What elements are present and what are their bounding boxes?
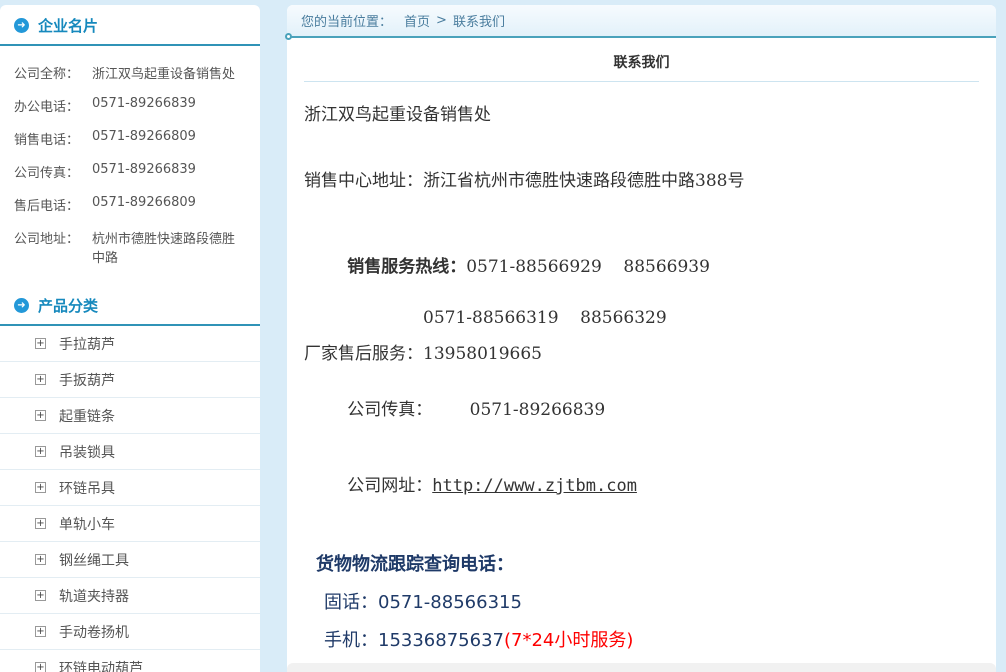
hotline-label: 销售服务热线： — [347, 257, 466, 277]
category-label: 环链吊具 — [59, 478, 115, 498]
breadcrumb-divider — [287, 36, 996, 38]
card-value: 0571-89266839 — [92, 162, 196, 181]
logistics-mobile-line: 手机：15336875637(7*24小时服务) — [324, 626, 979, 652]
expand-plus-icon: + — [35, 338, 46, 349]
category-label: 钢丝绳工具 — [59, 550, 129, 570]
footer-strip — [287, 663, 996, 672]
product-categories-title: 产品分类 — [38, 295, 98, 316]
category-item-lifting-chain[interactable]: + 起重链条 — [0, 398, 260, 434]
service-hours-note: (7*24小时服务) — [504, 630, 633, 651]
expand-plus-icon: + — [35, 518, 46, 529]
expand-plus-icon: + — [35, 374, 46, 385]
category-item-hand-chain-hoist[interactable]: + 手拉葫芦 — [0, 326, 260, 362]
logistics-mobile: 手机：15336875637 — [324, 630, 504, 651]
card-value: 浙江双鸟起重设备销售处 — [92, 63, 235, 82]
category-item-chain-sling[interactable]: + 环链吊具 — [0, 470, 260, 506]
expand-plus-icon: + — [35, 626, 46, 637]
sales-hotline-line: 销售服务热线：0571-88566929 88566939 — [304, 232, 979, 297]
website-label: 公司网址： — [347, 476, 432, 496]
card-value: 杭州市德胜快速路段德胜中路 — [92, 228, 246, 266]
card-value: 0571-89266809 — [92, 129, 196, 148]
card-label: 销售电话： — [14, 129, 92, 148]
product-category-list: + 手拉葫芦 + 手扳葫芦 + 起重链条 + 吊装锁具 + 环链吊具 + 单轨小… — [0, 326, 260, 672]
logistics-heading: 货物物流跟踪查询电话： — [316, 550, 979, 576]
card-row-sales-phone: 销售电话： 0571-89266809 — [0, 122, 260, 155]
card-row-aftersales-phone: 售后电话： 0571-89266809 — [0, 188, 260, 221]
category-label: 起重链条 — [59, 406, 115, 426]
hotline-numbers-1: 0571-88566929 88566939 — [466, 257, 710, 277]
expand-plus-icon: + — [35, 590, 46, 601]
page-title: 联系我们 — [304, 52, 979, 72]
title-divider — [304, 81, 979, 82]
sidebar: ➜ 企业名片 公司全称： 浙江双鸟起重设备销售处 办公电话： 0571-8926… — [0, 5, 260, 672]
card-value: 0571-89266809 — [92, 195, 196, 214]
arrow-circle-icon: ➜ — [14, 18, 29, 33]
category-item-rigging[interactable]: + 吊装锁具 — [0, 434, 260, 470]
category-label: 轨道夹持器 — [59, 586, 129, 606]
main-panel: 您的当前位置： 首页 > 联系我们 联系我们 浙江双鸟起重设备销售处 销售中心地… — [287, 5, 996, 672]
category-label: 手动卷扬机 — [59, 622, 129, 642]
breadcrumb-separator: > — [436, 13, 447, 28]
card-row-office-phone: 办公电话： 0571-89266839 — [0, 89, 260, 122]
contact-info-block: 浙江双鸟起重设备销售处 销售中心地址：浙江省杭州市德胜快速路段德胜中路388号 … — [304, 100, 979, 516]
website-url-link[interactable]: http://www.zjtbm.com — [432, 476, 637, 496]
category-label: 单轨小车 — [59, 514, 115, 534]
card-label: 公司地址： — [14, 228, 92, 266]
breadcrumb-home-link[interactable]: 首页 — [404, 11, 430, 30]
category-item-hand-winch[interactable]: + 手动卷扬机 — [0, 614, 260, 650]
company-card-title: 企业名片 — [38, 15, 98, 36]
expand-plus-icon: + — [35, 410, 46, 421]
fax-label: 公司传真： — [347, 400, 432, 420]
category-label: 手扳葫芦 — [59, 370, 115, 390]
company-card-header: ➜ 企业名片 — [0, 5, 260, 46]
sales-address-line: 销售中心地址：浙江省杭州市德胜快速路段德胜中路388号 — [304, 166, 979, 191]
expand-plus-icon: + — [35, 482, 46, 493]
card-row-address: 公司地址： 杭州市德胜快速路段德胜中路 — [0, 221, 260, 273]
contact-content: 联系我们 浙江双鸟起重设备销售处 销售中心地址：浙江省杭州市德胜快速路段德胜中路… — [287, 52, 996, 672]
divider-dot-icon — [285, 33, 292, 40]
card-label: 公司传真： — [14, 162, 92, 181]
expand-plus-icon: + — [35, 662, 46, 672]
card-row-full-name: 公司全称： 浙江双鸟起重设备销售处 — [0, 56, 260, 89]
category-label: 手拉葫芦 — [59, 334, 115, 354]
sales-hotline-line-2: 0571-88566319 88566329 — [304, 308, 979, 328]
card-label: 售后电话： — [14, 195, 92, 214]
category-item-electric-chain-hoist[interactable]: + 环链电动葫芦 — [0, 650, 260, 672]
company-card: 公司全称： 浙江双鸟起重设备销售处 办公电话： 0571-89266839 销售… — [0, 46, 260, 285]
breadcrumb: 您的当前位置： 首页 > 联系我们 — [287, 5, 996, 36]
after-sales-line: 厂家售后服务：13958019665 — [304, 339, 979, 364]
category-label: 环链电动葫芦 — [59, 658, 143, 672]
card-label: 办公电话： — [14, 96, 92, 115]
card-value: 0571-89266839 — [92, 96, 196, 115]
arrow-circle-icon: ➜ — [14, 298, 29, 313]
company-name-line: 浙江双鸟起重设备销售处 — [304, 100, 979, 125]
logistics-block: 货物物流跟踪查询电话： 固话：0571-88566315 手机：15336875… — [316, 550, 979, 672]
category-item-wire-rope-tool[interactable]: + 钢丝绳工具 — [0, 542, 260, 578]
category-label: 吊装锁具 — [59, 442, 115, 462]
card-row-fax: 公司传真： 0571-89266839 — [0, 155, 260, 188]
logistics-landline: 固话：0571-88566315 — [324, 588, 979, 614]
website-line: 公司网址：http://www.zjtbm.com — [304, 451, 979, 516]
expand-plus-icon: + — [35, 446, 46, 457]
fax-value: 0571-89266839 — [470, 400, 606, 420]
expand-plus-icon: + — [35, 554, 46, 565]
breadcrumb-prefix: 您的当前位置： — [301, 11, 392, 30]
breadcrumb-current[interactable]: 联系我们 — [453, 11, 505, 30]
category-item-rail-clamp[interactable]: + 轨道夹持器 — [0, 578, 260, 614]
category-item-lever-hoist[interactable]: + 手扳葫芦 — [0, 362, 260, 398]
fax-line: 公司传真： 0571-89266839 — [304, 375, 979, 440]
category-item-trolley[interactable]: + 单轨小车 — [0, 506, 260, 542]
product-categories-header: ➜ 产品分类 — [0, 285, 260, 326]
card-label: 公司全称： — [14, 63, 92, 82]
